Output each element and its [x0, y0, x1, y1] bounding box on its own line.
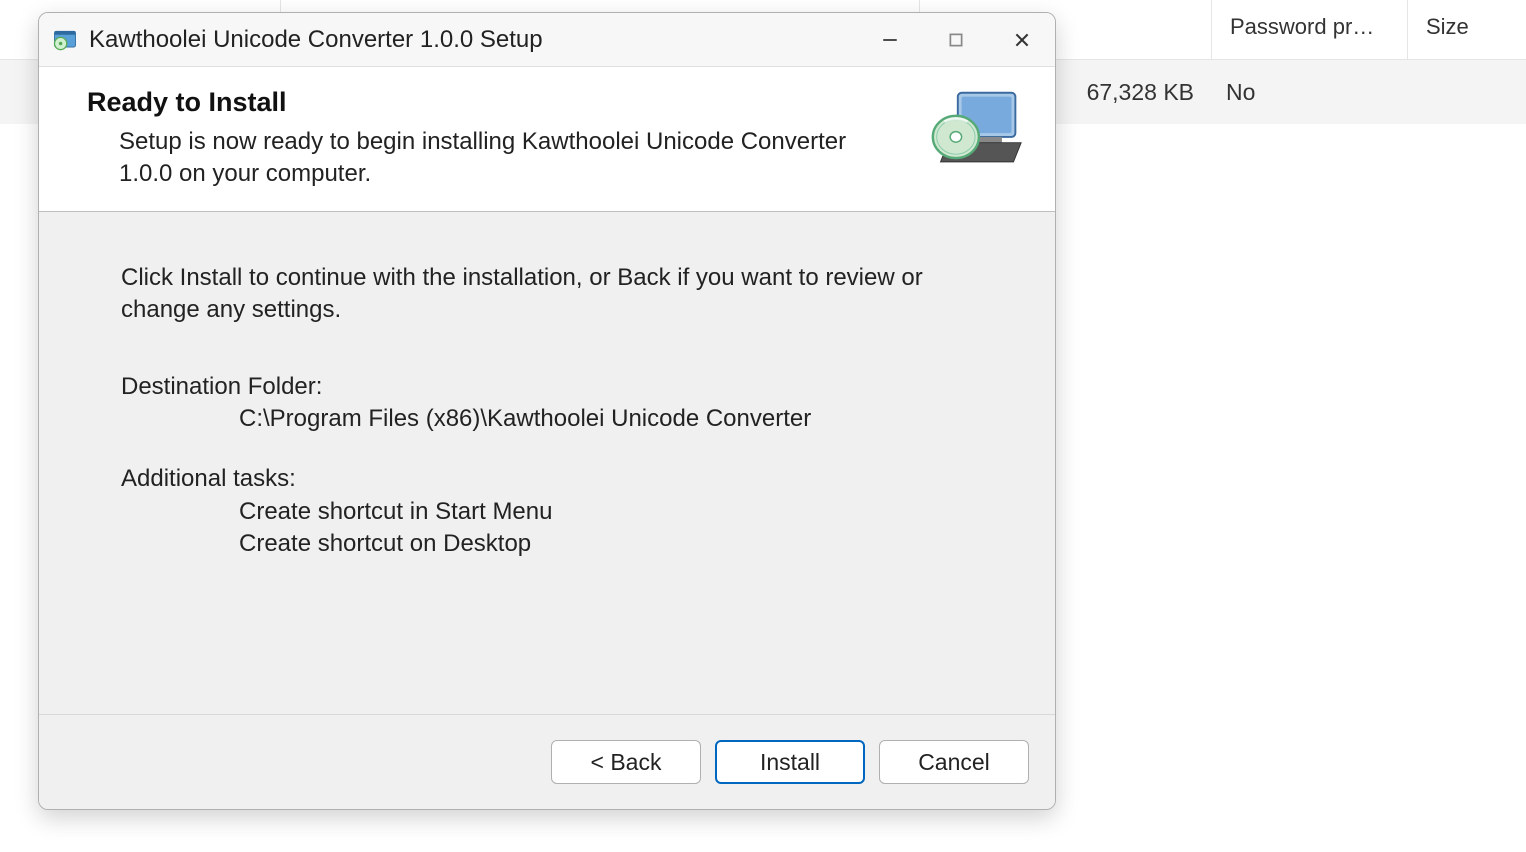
wizard-header: Ready to Install Setup is now ready to b… [39, 67, 1055, 212]
bg-data-password: No [1212, 79, 1408, 106]
task-startmenu: Create shortcut in Start Menu [121, 496, 995, 528]
header-subtitle: Setup is now ready to begin installing K… [87, 126, 847, 191]
minimize-button[interactable] [857, 13, 923, 66]
maximize-button[interactable] [923, 13, 989, 66]
cancel-button[interactable]: Cancel [879, 740, 1029, 784]
window-title: Kawthoolei Unicode Converter 1.0.0 Setup [89, 26, 857, 54]
bg-col-password[interactable]: Password pr… [1212, 0, 1408, 59]
tasks-label: Additional tasks: [121, 463, 995, 495]
installer-app-icon [51, 26, 79, 54]
bg-data-size: 67,328 KB [1056, 79, 1212, 106]
destination-label: Destination Folder: [121, 371, 995, 403]
wizard-body: Click Install to continue with the insta… [39, 212, 1055, 715]
install-button[interactable]: Install [715, 740, 865, 784]
bg-col-size[interactable]: Size [1408, 0, 1526, 59]
installer-window: Kawthoolei Unicode Converter 1.0.0 Setup… [38, 12, 1056, 810]
close-button[interactable] [989, 13, 1055, 66]
task-desktop: Create shortcut on Desktop [121, 528, 995, 560]
destination-value: C:\Program Files (x86)\Kawthoolei Unicod… [121, 403, 995, 435]
back-button[interactable]: < Back [551, 740, 701, 784]
titlebar[interactable]: Kawthoolei Unicode Converter 1.0.0 Setup [39, 13, 1055, 67]
header-title: Ready to Install [87, 87, 847, 118]
window-controls [857, 13, 1055, 66]
body-intro-text: Click Install to continue with the insta… [121, 262, 981, 327]
wizard-footer: < Back Install Cancel [39, 715, 1055, 809]
computer-disc-icon [929, 87, 1025, 171]
